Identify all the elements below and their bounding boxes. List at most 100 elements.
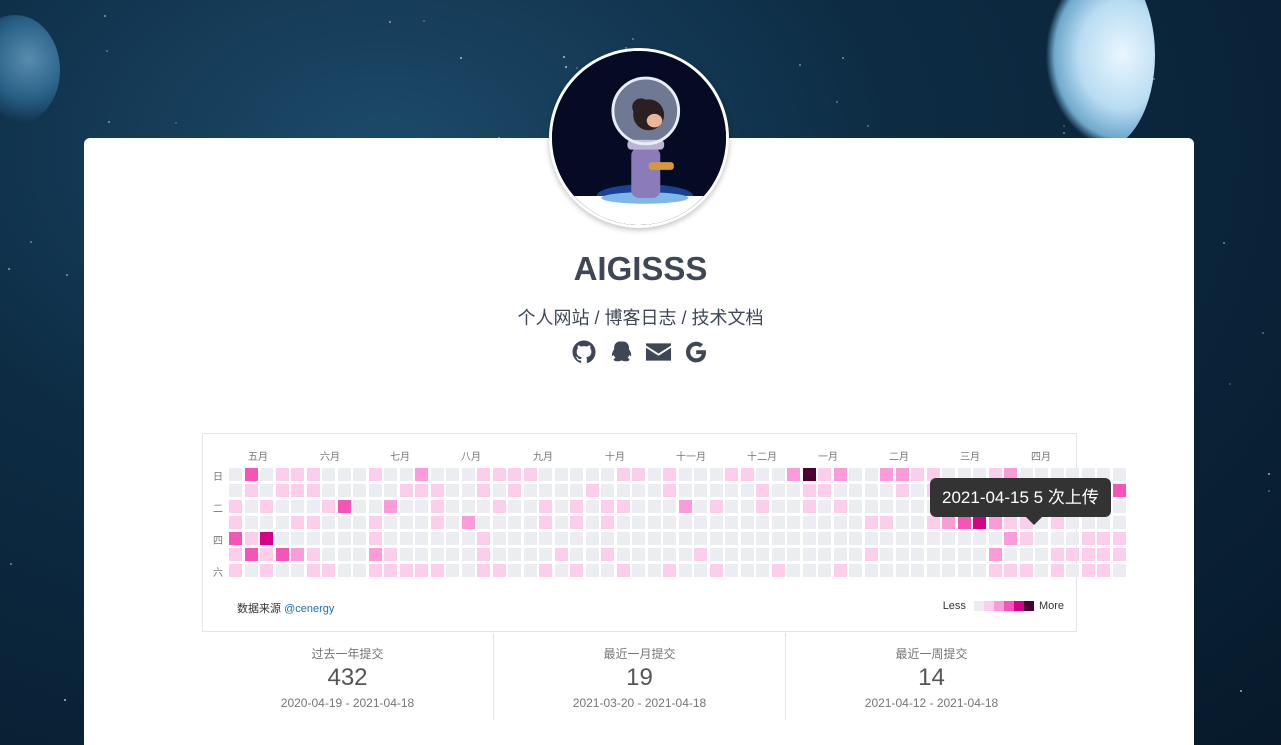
contribution-cell[interactable] xyxy=(229,532,242,545)
contribution-cell[interactable] xyxy=(353,548,366,561)
contribution-cell[interactable] xyxy=(353,564,366,577)
contribution-cell[interactable] xyxy=(787,516,800,529)
contribution-cell[interactable] xyxy=(601,500,614,513)
mail-icon[interactable] xyxy=(644,340,672,364)
contribution-cell[interactable] xyxy=(740,516,754,529)
contribution-cell[interactable] xyxy=(771,548,785,561)
contribution-cell[interactable] xyxy=(275,548,289,561)
contribution-cell[interactable] xyxy=(663,548,676,561)
contribution-cell[interactable] xyxy=(306,500,320,513)
contribution-cell[interactable] xyxy=(461,532,475,545)
contribution-cell[interactable] xyxy=(322,564,335,577)
contribution-cell[interactable] xyxy=(895,484,909,497)
contribution-cell[interactable] xyxy=(446,516,459,529)
contribution-cell[interactable] xyxy=(353,468,366,481)
contribution-cell[interactable] xyxy=(756,548,769,561)
contribution-cell[interactable] xyxy=(508,500,521,513)
contribution-cell[interactable] xyxy=(244,532,258,545)
contribution-cell[interactable] xyxy=(880,500,893,513)
contribution-cell[interactable] xyxy=(1066,564,1079,577)
contribution-cell[interactable] xyxy=(1035,564,1048,577)
contribution-cell[interactable] xyxy=(880,548,893,561)
contribution-cell[interactable] xyxy=(306,468,320,481)
contribution-cell[interactable] xyxy=(616,548,630,561)
contribution-cell[interactable] xyxy=(353,516,366,529)
contribution-cell[interactable] xyxy=(570,484,583,497)
contribution-cell[interactable] xyxy=(694,484,707,497)
contribution-cell[interactable] xyxy=(446,468,459,481)
contribution-cell[interactable] xyxy=(492,500,506,513)
contribution-cell[interactable] xyxy=(709,484,723,497)
contribution-cell[interactable] xyxy=(229,564,242,577)
contribution-cell[interactable] xyxy=(601,468,614,481)
contribution-cell[interactable] xyxy=(260,532,273,545)
contribution-cell[interactable] xyxy=(539,468,552,481)
contribution-cell[interactable] xyxy=(368,468,382,481)
contribution-cell[interactable] xyxy=(337,516,351,529)
contribution-cell[interactable] xyxy=(554,468,568,481)
contribution-cell[interactable] xyxy=(725,532,738,545)
contribution-cell[interactable] xyxy=(694,532,707,545)
contribution-cell[interactable] xyxy=(725,500,738,513)
contribution-cell[interactable] xyxy=(554,532,568,545)
contribution-cell[interactable] xyxy=(771,468,785,481)
contribution-cell[interactable] xyxy=(818,532,831,545)
contribution-cell[interactable] xyxy=(368,516,382,529)
contribution-cell[interactable] xyxy=(647,532,661,545)
contribution-cell[interactable] xyxy=(415,532,428,545)
contribution-cell[interactable] xyxy=(632,532,645,545)
contribution-cell[interactable] xyxy=(275,564,289,577)
contribution-cell[interactable] xyxy=(523,564,537,577)
contribution-cell[interactable] xyxy=(632,516,645,529)
contribution-cell[interactable] xyxy=(430,532,444,545)
contribution-cell[interactable] xyxy=(678,468,692,481)
contribution-cell[interactable] xyxy=(616,516,630,529)
contribution-cell[interactable] xyxy=(477,484,490,497)
contribution-cell[interactable] xyxy=(864,500,878,513)
contribution-cell[interactable] xyxy=(244,500,258,513)
contribution-cell[interactable] xyxy=(1112,548,1126,561)
contribution-cell[interactable] xyxy=(911,532,924,545)
contribution-cell[interactable] xyxy=(895,532,909,545)
contribution-cell[interactable] xyxy=(663,484,676,497)
contribution-cell[interactable] xyxy=(1112,564,1126,577)
contribution-cell[interactable] xyxy=(306,516,320,529)
contribution-cell[interactable] xyxy=(275,500,289,513)
contribution-cell[interactable] xyxy=(849,548,862,561)
contribution-cell[interactable] xyxy=(260,548,273,561)
contribution-cell[interactable] xyxy=(461,548,475,561)
contribution-cell[interactable] xyxy=(461,516,475,529)
contribution-cell[interactable] xyxy=(399,484,413,497)
contribution-cell[interactable] xyxy=(1019,532,1033,545)
contribution-cell[interactable] xyxy=(1112,516,1126,529)
contribution-cell[interactable] xyxy=(632,500,645,513)
contribution-cell[interactable] xyxy=(601,532,614,545)
contribution-cell[interactable] xyxy=(988,532,1002,545)
contribution-cell[interactable] xyxy=(446,564,459,577)
contribution-cell[interactable] xyxy=(849,532,862,545)
contribution-cell[interactable] xyxy=(229,548,242,561)
contribution-cell[interactable] xyxy=(818,468,831,481)
contribution-cell[interactable] xyxy=(663,516,676,529)
contribution-cell[interactable] xyxy=(988,564,1002,577)
contribution-cell[interactable] xyxy=(849,468,862,481)
contribution-cell[interactable] xyxy=(802,516,816,529)
contribution-cell[interactable] xyxy=(725,484,738,497)
contribution-cell[interactable] xyxy=(430,548,444,561)
contribution-cell[interactable] xyxy=(988,548,1002,561)
contribution-cell[interactable] xyxy=(430,468,444,481)
qq-icon[interactable] xyxy=(608,340,632,364)
contribution-cell[interactable] xyxy=(508,548,521,561)
contribution-cell[interactable] xyxy=(306,484,320,497)
contribution-cell[interactable] xyxy=(570,564,583,577)
contribution-cell[interactable] xyxy=(291,516,304,529)
contribution-cell[interactable] xyxy=(864,516,878,529)
contribution-cell[interactable] xyxy=(802,564,816,577)
contribution-cell[interactable] xyxy=(322,516,335,529)
contribution-cell[interactable] xyxy=(585,484,599,497)
contribution-cell[interactable] xyxy=(554,500,568,513)
contribution-cell[interactable] xyxy=(368,564,382,577)
contribution-cell[interactable] xyxy=(926,548,940,561)
contribution-cell[interactable] xyxy=(477,548,490,561)
contribution-cell[interactable] xyxy=(895,548,909,561)
